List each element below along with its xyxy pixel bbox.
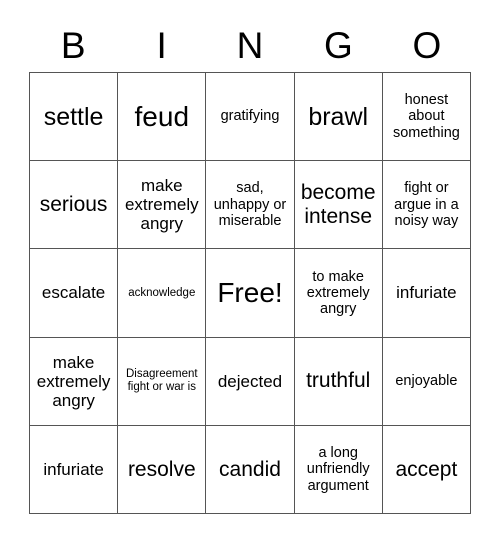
bingo-cell-label: make extremely angry [36, 352, 111, 410]
bingo-cell[interactable]: become intense [294, 161, 383, 250]
bingo-cell[interactable]: gratifying [206, 73, 295, 162]
bingo-cell-label: sad, unhappy or miserable [213, 180, 287, 229]
header-letter-o: O [412, 24, 442, 66]
bingo-cell-label: honest about something [392, 92, 460, 141]
header-letter-g: G [324, 24, 353, 66]
bingo-cell[interactable]: Disagreement fight or war is [118, 337, 207, 426]
bingo-cell-label: escalate [41, 283, 106, 303]
bingo-cell-label: infuriate [43, 459, 104, 479]
bingo-cell-label: feud [134, 100, 190, 132]
header-letter-b: B [60, 24, 86, 66]
header-letter-n: N [236, 24, 264, 66]
bingo-cell-label: gratifying [220, 108, 280, 125]
bingo-cell[interactable]: fight or argue in a noisy way [382, 161, 471, 250]
bingo-cell[interactable]: candid [206, 425, 295, 514]
bingo-cell-label: truthful [306, 369, 371, 393]
bingo-cell-label: Free! [217, 277, 283, 309]
bingo-cell[interactable]: infuriate [382, 249, 471, 338]
bingo-cell[interactable]: feud [118, 73, 207, 162]
bingo-cell-label: brawl [308, 102, 369, 131]
bingo-cell[interactable]: honest about something [382, 73, 471, 162]
bingo-cell-label: infuriate [396, 283, 457, 303]
bingo-cell-label: candid [219, 457, 281, 481]
bingo-cell[interactable]: settle [30, 73, 119, 162]
bingo-cell[interactable]: truthful [294, 337, 383, 426]
bingo-cell[interactable]: serious [30, 161, 119, 250]
bingo-cell[interactable]: escalate [30, 249, 119, 338]
bingo-cell-label: enjoyable [395, 373, 458, 390]
bingo-cell-label: to make extremely angry [306, 268, 370, 318]
bingo-cell-label: accept [395, 457, 458, 481]
bingo-cell[interactable]: sad, unhappy or miserable [206, 161, 295, 250]
bingo-cell-label: make extremely angry [124, 176, 199, 234]
bingo-cell-label: serious [39, 193, 108, 217]
bingo-cell-label: settle [43, 102, 104, 131]
bingo-cell-free[interactable]: Free! [206, 249, 295, 338]
bingo-cell[interactable]: enjoyable [382, 337, 471, 426]
bingo-cell[interactable]: resolve [118, 425, 207, 514]
bingo-cell-label: a long unfriendly argument [306, 445, 370, 494]
bingo-cell[interactable]: accept [382, 425, 471, 514]
header-letter-i: I [156, 24, 167, 66]
bingo-grid: settle feud gratifying brawl honest abou… [29, 72, 471, 514]
bingo-cell[interactable]: make extremely angry [118, 161, 207, 250]
bingo-cell[interactable]: brawl [294, 73, 383, 162]
bingo-cell[interactable]: a long unfriendly argument [294, 425, 383, 514]
bingo-cell[interactable]: make extremely angry [30, 337, 119, 426]
bingo-cell-label: resolve [127, 457, 196, 481]
bingo-cell-label: dejected [217, 371, 283, 391]
bingo-cell-label: become intense [300, 181, 376, 228]
bingo-cell[interactable]: acknowledge [118, 249, 207, 338]
bingo-card: B I N G O settle feud gratifying brawl h… [0, 0, 500, 544]
bingo-cell-label: fight or argue in a noisy way [394, 180, 459, 229]
bingo-cell[interactable]: infuriate [30, 425, 119, 514]
bingo-cell[interactable]: to make extremely angry [294, 249, 383, 338]
bingo-header-row: B I N G O [29, 18, 471, 72]
bingo-cell-label: acknowledge [128, 286, 196, 299]
bingo-cell[interactable]: dejected [206, 337, 295, 426]
bingo-cell-label: Disagreement fight or war is [125, 368, 198, 394]
